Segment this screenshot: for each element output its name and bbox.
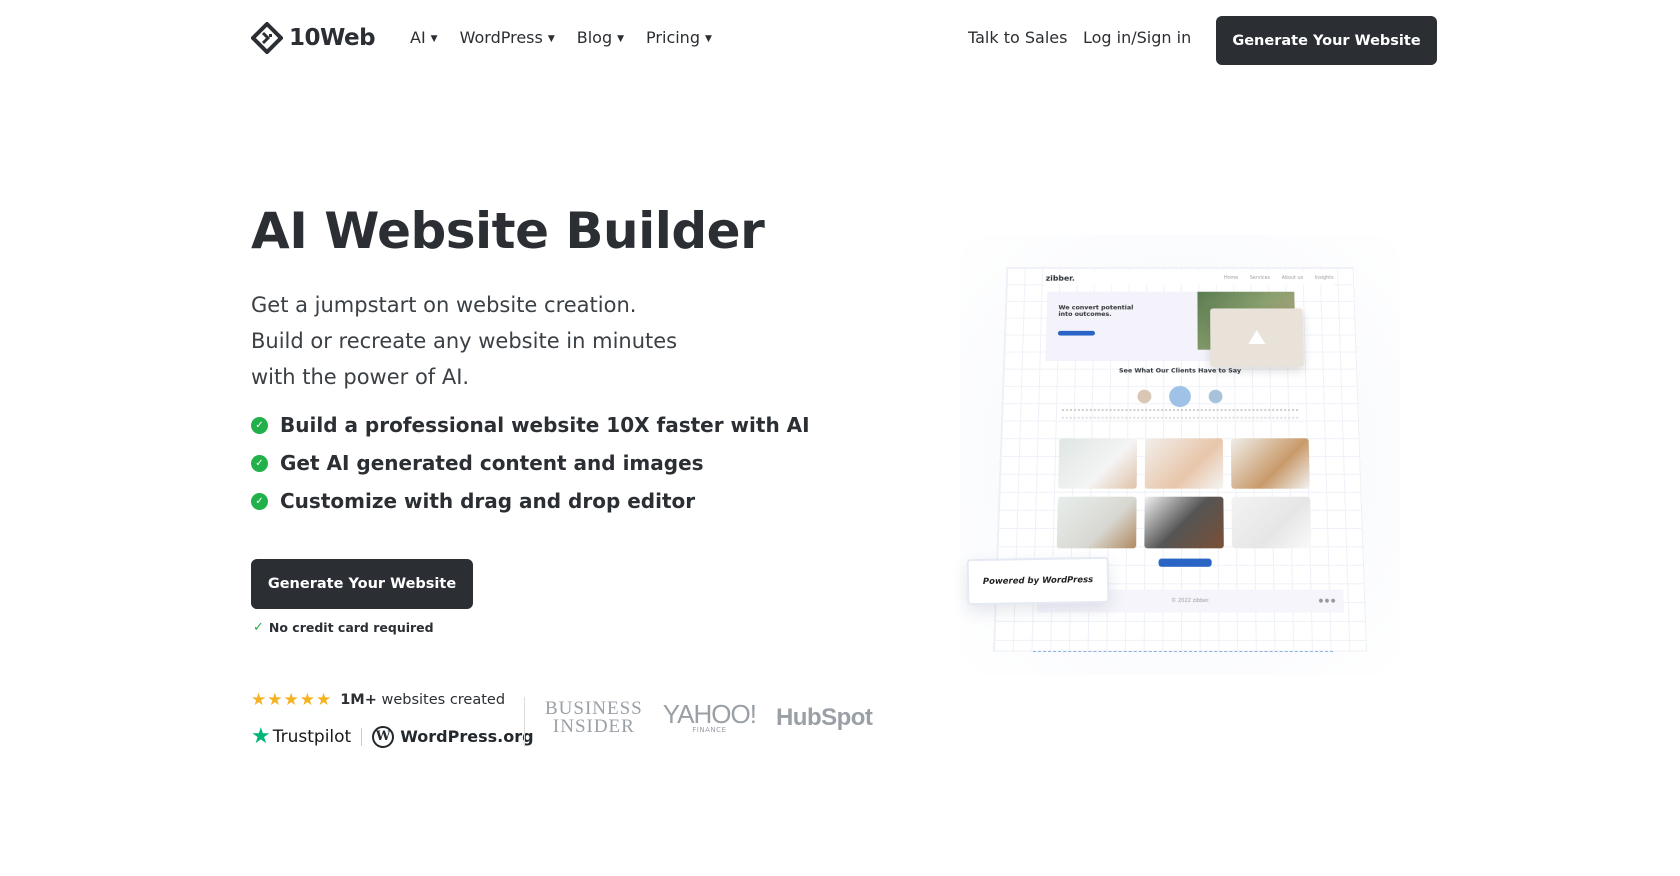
nav-pricing-label: Pricing	[646, 28, 700, 47]
mockup-links: Home Services About us Insights	[1223, 275, 1334, 281]
page-title: AI Website Builder	[251, 202, 765, 260]
logo[interactable]: 10Web	[251, 22, 376, 54]
hubspot-logo: HubSpot	[775, 704, 873, 731]
gallery-image	[1056, 496, 1137, 549]
check-circle-icon: ✓	[251, 492, 268, 510]
wordpress-icon: W	[372, 725, 395, 748]
image-placeholder-icon: ⛰	[1210, 308, 1304, 367]
check-circle-icon: ✓	[251, 416, 268, 434]
main-nav: AI ▼ WordPress ▼ Blog ▼ Pricing ▼	[410, 28, 712, 47]
rating-count: 1M+	[340, 692, 377, 708]
chevron-down-icon: ▼	[547, 33, 555, 44]
feature-item: ✓ Get AI generated content and images	[251, 451, 810, 475]
nav-wordpress-label: WordPress	[459, 28, 543, 47]
hero-subtitle: Get a jumpstart on website creation. Bui…	[251, 287, 677, 395]
chevron-down-icon: ▼	[617, 33, 625, 44]
mockup-hero-button	[1057, 330, 1096, 336]
trustpilot-star-icon: ★	[251, 724, 271, 749]
feature-item: ✓ Customize with drag and drop editor	[251, 489, 810, 513]
check-icon: ✓	[253, 620, 264, 635]
nav-blog[interactable]: Blog ▼	[577, 28, 624, 47]
mockup-quote	[1061, 409, 1299, 419]
feature-text: Build a professional website 10X faster …	[280, 413, 810, 437]
avatar	[1169, 385, 1191, 408]
subtitle-line: Get a jumpstart on website creation.	[251, 293, 637, 317]
gallery-image	[1058, 438, 1138, 489]
subtitle-line: with the power of AI.	[251, 365, 470, 389]
rating-text: websites created	[381, 692, 506, 708]
mockup-avatars	[1003, 385, 1358, 408]
wordpress-text: WordPress.org	[400, 727, 534, 746]
mockup-gallery	[1056, 438, 1312, 549]
mockup-logo: zibber.	[1045, 273, 1075, 283]
no-credit-card-text: No credit card required	[268, 620, 434, 635]
avatar	[1208, 389, 1223, 404]
mockup-nav: zibber. Home Services About us Insights	[1045, 270, 1334, 286]
wordpress-logo: W WordPress.org	[372, 725, 534, 748]
mockup-hero-text: We convert potential into outcomes.	[1058, 303, 1134, 318]
gallery-image	[1230, 438, 1310, 489]
logo-text: 10Web	[289, 25, 376, 51]
trustpilot-text: Trustpilot	[272, 726, 352, 747]
divider	[361, 727, 363, 746]
yahoo-finance-logo: YAHOO! FINANCE	[662, 699, 757, 734]
rating-row: ★★★★★ 1M+ websites created	[251, 690, 505, 710]
feature-text: Customize with drag and drop editor	[280, 489, 696, 513]
mockup-testimonials-title: See What Our Clients Have to Say	[1118, 366, 1242, 375]
press-logos: BUSINESS INSIDER YAHOO! FINANCE HubSpot	[545, 698, 873, 737]
header-generate-website-button[interactable]: Generate Your Website	[1216, 16, 1437, 65]
check-circle-icon: ✓	[251, 454, 268, 472]
feature-item: ✓ Build a professional website 10X faster…	[251, 413, 810, 437]
divider	[524, 697, 525, 747]
powered-by-wordpress-card: Powered by WordPress	[966, 556, 1110, 606]
login-link[interactable]: Log in/Sign in	[1083, 28, 1191, 47]
nav-ai[interactable]: AI ▼	[410, 28, 438, 47]
avatar	[1137, 389, 1152, 404]
nav-wordpress[interactable]: WordPress ▼	[460, 28, 555, 47]
hero-generate-website-button[interactable]: Generate Your Website	[251, 559, 473, 609]
mockup-start-button	[1158, 558, 1212, 567]
no-credit-card-note: ✓ No credit card required	[253, 620, 434, 635]
chevron-down-icon: ▼	[430, 33, 438, 44]
nav-pricing[interactable]: Pricing ▼	[646, 28, 712, 47]
gallery-image	[1231, 496, 1312, 549]
five-stars-icon: ★★★★★	[251, 690, 333, 710]
talk-to-sales-link[interactable]: Talk to Sales	[968, 28, 1067, 47]
website-preview-mockup: zibber. Home Services About us Insights We …	[960, 235, 1400, 675]
feature-text: Get AI generated content and images	[280, 451, 704, 475]
business-insider-logo: BUSINESS INSIDER	[545, 698, 643, 737]
gallery-image	[1144, 496, 1224, 549]
feature-list: ✓ Build a professional website 10X faster…	[251, 413, 810, 513]
chevron-down-icon: ▼	[704, 33, 712, 44]
mockup-hero: We convert potential into outcomes. ⛰	[1045, 291, 1304, 367]
nav-ai-label: AI	[410, 28, 426, 47]
10web-logo-icon	[251, 22, 283, 54]
gallery-image	[1144, 438, 1224, 489]
trustpilot-logo: ★ Trustpilot	[251, 724, 351, 749]
subtitle-line: Build or recreate any website in minutes	[251, 329, 678, 353]
badges-row: ★ Trustpilot W WordPress.org	[251, 724, 534, 749]
mockup-guide-line	[1033, 651, 1333, 652]
nav-blog-label: Blog	[576, 28, 613, 47]
